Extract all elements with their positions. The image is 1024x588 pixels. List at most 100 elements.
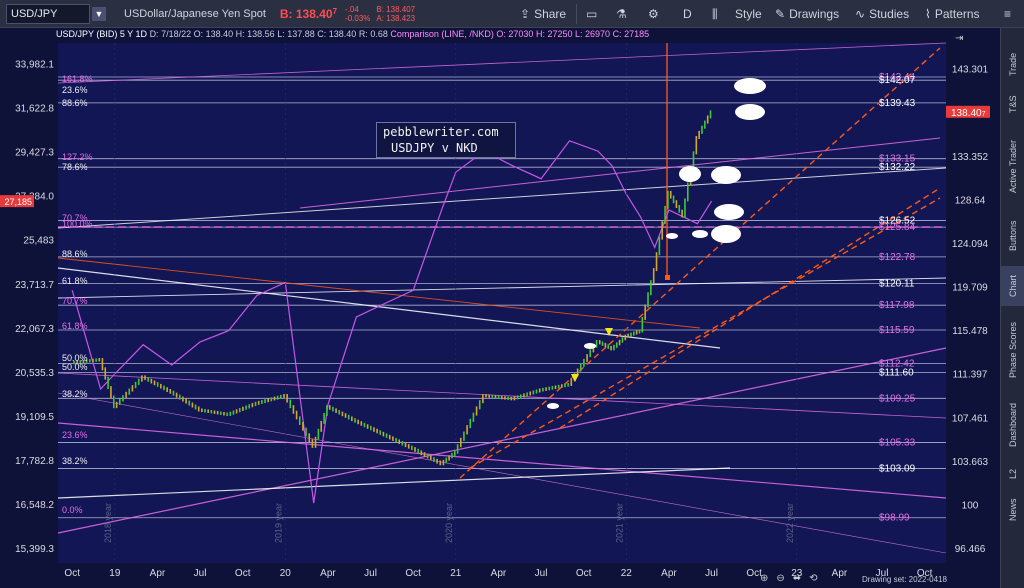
candle bbox=[344, 413, 347, 418]
level-label: $120.11 bbox=[879, 279, 915, 290]
zoom-in-icon[interactable]: ⊕ bbox=[760, 573, 768, 584]
candle bbox=[570, 378, 573, 387]
candle bbox=[545, 387, 547, 391]
candle bbox=[475, 406, 478, 416]
price-chart[interactable]: 33,982.131,622.829,427.327,384.025,48323… bbox=[0, 28, 1000, 588]
candle bbox=[220, 411, 222, 415]
reset-icon[interactable]: ⟲ bbox=[809, 573, 817, 584]
tab-active-trader[interactable]: Active Trader bbox=[1001, 126, 1024, 206]
candle bbox=[392, 436, 394, 441]
fib-label: 0.0% bbox=[62, 505, 83, 515]
symbol-input[interactable]: USD/JPY bbox=[6, 3, 90, 24]
tab-level-2[interactable]: L2 bbox=[1001, 460, 1024, 488]
candle bbox=[254, 401, 257, 407]
candle bbox=[280, 394, 282, 399]
candle bbox=[147, 377, 150, 382]
candle bbox=[101, 358, 104, 371]
candle bbox=[658, 236, 661, 256]
gear-button[interactable]: ⚙ bbox=[648, 4, 659, 24]
candle bbox=[664, 205, 666, 225]
candle bbox=[426, 453, 429, 459]
drawings-button[interactable]: ✎ Drawings bbox=[775, 4, 839, 24]
candle bbox=[564, 383, 566, 388]
fib-label: 23.6% bbox=[62, 85, 88, 95]
candle bbox=[238, 407, 241, 413]
studies-button[interactable]: ∿ Studies bbox=[855, 4, 909, 24]
zoom-out-icon[interactable]: ⊖ bbox=[776, 573, 784, 584]
fib-label: 100.0% bbox=[62, 219, 93, 229]
candle bbox=[698, 130, 700, 140]
candle bbox=[420, 450, 423, 456]
candle bbox=[357, 419, 359, 425]
candle bbox=[504, 396, 506, 400]
collapse-panel-icon[interactable]: ⇥ bbox=[955, 33, 963, 44]
candle bbox=[197, 406, 200, 412]
style-button[interactable]: Style bbox=[735, 4, 762, 24]
x-axis-tick: Jul bbox=[535, 568, 548, 579]
fib-label: 61.8% bbox=[62, 276, 88, 286]
tab-trade[interactable]: Trade bbox=[1001, 46, 1024, 82]
candle bbox=[627, 333, 629, 338]
tab-chart[interactable]: Chart bbox=[1001, 266, 1024, 306]
candle bbox=[335, 408, 337, 413]
candle bbox=[305, 427, 307, 437]
fib-label: 88.6% bbox=[62, 249, 88, 259]
comparison-low: L: 26970 bbox=[575, 29, 611, 39]
tab-time-and-sales[interactable]: T&S bbox=[1001, 86, 1024, 122]
patterns-button[interactable]: ⌇ Patterns bbox=[925, 4, 980, 24]
interval-label: D bbox=[683, 7, 692, 21]
tab-buttons[interactable]: Buttons bbox=[1001, 210, 1024, 262]
candle bbox=[182, 396, 184, 402]
candle bbox=[507, 396, 509, 400]
left-axis-tick: 19,109.5 bbox=[15, 412, 54, 423]
candle bbox=[210, 409, 213, 414]
highlight-marker bbox=[734, 78, 766, 94]
tab-phase-scores[interactable]: Phase Scores bbox=[1001, 310, 1024, 390]
studies-label: Studies bbox=[869, 7, 910, 21]
candle bbox=[526, 392, 528, 397]
left-axis-tick: 17,782.8 bbox=[15, 456, 54, 467]
bar-style-button[interactable]: ⫼ bbox=[712, 4, 718, 24]
comparison-label: Comparison (LINE, /NKD) bbox=[390, 29, 494, 39]
tab-dashboard[interactable]: Dashboard bbox=[1001, 394, 1024, 456]
candle bbox=[235, 409, 238, 414]
interval-button[interactable]: D bbox=[683, 4, 692, 24]
right-axis-tick: 103.663 bbox=[952, 457, 989, 468]
candle bbox=[684, 198, 686, 218]
studies-flask-button[interactable]: ⚗ bbox=[616, 4, 627, 24]
candle bbox=[551, 386, 554, 390]
watermark-box: pebblewriter.com USDJPY v NKD bbox=[376, 122, 516, 158]
right-axis-tick: 100 bbox=[962, 500, 979, 511]
candle bbox=[150, 378, 153, 384]
candle bbox=[332, 406, 334, 412]
pan-icon[interactable]: ⬌ bbox=[793, 573, 801, 584]
candle bbox=[404, 442, 407, 448]
candle bbox=[433, 457, 435, 462]
more-button[interactable]: ≡ bbox=[1004, 4, 1011, 24]
candle bbox=[326, 405, 328, 416]
candle bbox=[704, 120, 706, 129]
left-axis-tick: 20,535.3 bbox=[15, 368, 54, 379]
level-label: $125.84 bbox=[879, 222, 916, 233]
tab-news[interactable]: News bbox=[1001, 492, 1024, 528]
right-tab-bar: Trade T&S Active Trader Buttons Chart Ph… bbox=[1000, 28, 1024, 588]
fib-label: 70.7% bbox=[62, 296, 88, 306]
candle bbox=[647, 292, 649, 308]
candle bbox=[618, 339, 621, 346]
candle bbox=[686, 182, 689, 202]
candle bbox=[122, 395, 124, 402]
share-button[interactable]: ⇪ Share bbox=[520, 4, 566, 24]
candle bbox=[141, 375, 143, 382]
quick-settings-button[interactable]: ▭ bbox=[586, 4, 597, 24]
year-label: 2019 year bbox=[273, 503, 283, 543]
candle bbox=[417, 448, 419, 454]
candle bbox=[624, 334, 627, 341]
candle bbox=[604, 342, 607, 348]
candle bbox=[488, 394, 490, 398]
patterns-label: Patterns bbox=[934, 7, 980, 21]
candle bbox=[270, 397, 273, 402]
right-axis-tick: 128.64 bbox=[955, 195, 986, 206]
instrument-name: USDollar/Japanese Yen Spot bbox=[124, 7, 266, 20]
candle bbox=[695, 136, 698, 155]
symbol-dropdown-icon[interactable]: ▼ bbox=[92, 6, 106, 21]
